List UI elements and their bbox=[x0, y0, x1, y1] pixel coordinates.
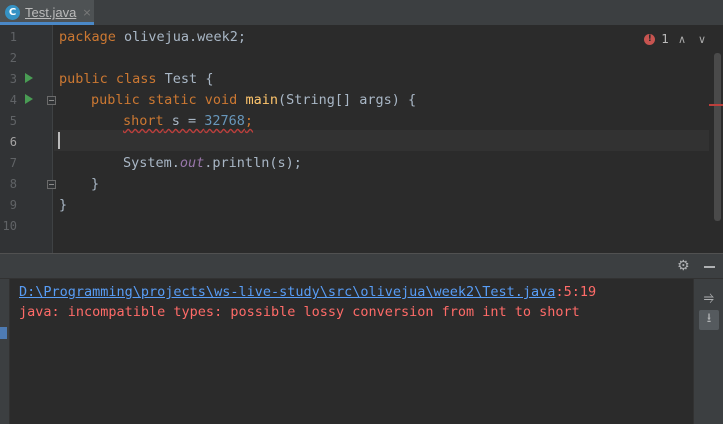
editor-gutter: 1 2 3 4 5 6 7 8 9 10 bbox=[0, 25, 56, 253]
line-number: 2 bbox=[9, 51, 17, 65]
code-line-3: public class Test { bbox=[59, 69, 213, 90]
keyword-public-class: public class bbox=[59, 71, 157, 87]
keyword-package: package bbox=[59, 29, 116, 45]
build-output-panel: D:\Programming\projects\ws-live-study\sr… bbox=[0, 279, 723, 424]
code-line-5: short s = 32768; bbox=[123, 111, 253, 132]
code-line-8: } bbox=[91, 174, 99, 195]
gear-icon[interactable]: ⚙ bbox=[677, 259, 691, 273]
code-text-area[interactable]: package olivejua.week2; public class Tes… bbox=[54, 25, 709, 253]
keyword-short: short bbox=[123, 113, 164, 129]
line-number-current: 6 bbox=[9, 135, 17, 149]
error-icon[interactable]: ! bbox=[644, 33, 656, 45]
line-number: 3 bbox=[9, 72, 17, 86]
run-class-icon[interactable] bbox=[25, 73, 33, 83]
code-line-7: System.out.println(s); bbox=[123, 153, 302, 174]
current-line-highlight bbox=[54, 130, 709, 151]
system-ref: System. bbox=[123, 155, 180, 171]
semicolon: ; bbox=[244, 113, 254, 129]
closing-brace: } bbox=[91, 176, 100, 192]
selection-marker bbox=[0, 327, 7, 339]
code-line-4: public static void main(String[] args) { bbox=[91, 90, 416, 111]
java-class-icon: C bbox=[5, 5, 20, 20]
error-stripe-marker[interactable] bbox=[709, 104, 723, 106]
run-main-icon[interactable] bbox=[25, 94, 33, 104]
soft-wrap-icon[interactable]: ⥤ bbox=[699, 287, 719, 307]
method-params: (String[] args) { bbox=[277, 92, 417, 108]
build-panel-header: ⚙ bbox=[0, 254, 723, 279]
line-number: 10 bbox=[2, 219, 17, 233]
closing-brace: } bbox=[59, 197, 68, 213]
println-call: .println(s); bbox=[204, 155, 302, 171]
keyword-public-static-void: public static void bbox=[91, 92, 238, 108]
method-name: main bbox=[245, 92, 278, 108]
package-name: olivejua.week2; bbox=[115, 29, 246, 45]
text-caret bbox=[58, 132, 60, 149]
editor-tab-bar: C Test.java × bbox=[0, 0, 723, 25]
build-tree-strip bbox=[0, 279, 10, 424]
class-decl: Test { bbox=[156, 71, 214, 87]
line-number: 8 bbox=[9, 177, 17, 191]
error-position: :5:19 bbox=[555, 284, 597, 300]
tab-test-java[interactable]: C Test.java × bbox=[0, 0, 94, 25]
line-number: 7 bbox=[9, 156, 17, 170]
code-line-9: } bbox=[59, 195, 67, 216]
next-highlight-icon[interactable]: ∨ bbox=[695, 33, 709, 46]
static-field-out: out bbox=[179, 155, 205, 171]
file-path-link[interactable]: D:\Programming\projects\ws-live-study\sr… bbox=[19, 284, 555, 300]
build-output-toolbar: ⥤ ⭳ bbox=[693, 279, 723, 424]
line-number: 4 bbox=[9, 93, 17, 107]
error-location-line: D:\Programming\projects\ws-live-study\sr… bbox=[19, 282, 596, 302]
scroll-to-end-icon[interactable]: ⭳ bbox=[699, 310, 719, 330]
previous-highlight-icon[interactable]: ∧ bbox=[675, 33, 689, 46]
code-editor: 1 2 3 4 5 6 7 8 9 10 package olivejua.we… bbox=[0, 25, 723, 253]
line-number: 9 bbox=[9, 198, 17, 212]
inspection-widget: ! 1 ∧ ∨ bbox=[644, 31, 709, 47]
close-tab-icon[interactable]: × bbox=[82, 6, 91, 19]
line-number: 1 bbox=[9, 30, 17, 44]
error-highlight: short s = 32768; bbox=[123, 113, 253, 129]
minimize-icon[interactable] bbox=[704, 266, 715, 268]
line-number: 5 bbox=[9, 114, 17, 128]
editor-scrollbar[interactable] bbox=[714, 53, 721, 221]
error-message: java: incompatible types: possible lossy… bbox=[19, 304, 580, 320]
var-assign: s = bbox=[163, 113, 205, 129]
error-count[interactable]: 1 bbox=[661, 32, 669, 46]
code-line-1: package olivejua.week2; bbox=[59, 27, 246, 48]
number-literal: 32768 bbox=[204, 113, 245, 129]
tab-label: Test.java bbox=[25, 5, 77, 20]
